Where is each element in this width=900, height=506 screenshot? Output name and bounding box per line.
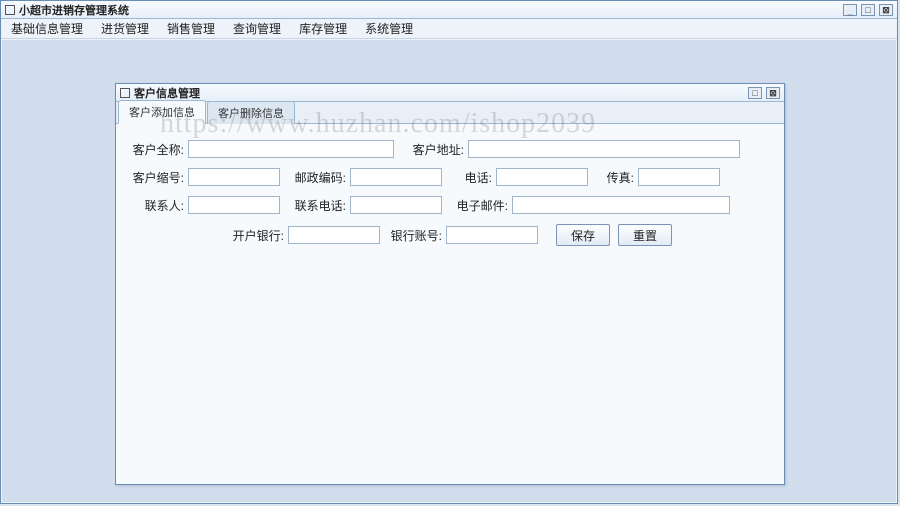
- address-label: 客户地址:: [404, 141, 468, 158]
- menu-stock[interactable]: 库存管理: [295, 18, 351, 39]
- menu-purchase[interactable]: 进货管理: [97, 18, 153, 39]
- email-label: 电子邮件:: [450, 197, 512, 214]
- address-input[interactable]: [468, 140, 740, 158]
- dialog-maximize-icon[interactable]: □: [748, 87, 762, 99]
- reset-button[interactable]: 重置: [618, 224, 672, 246]
- menu-system[interactable]: 系统管理: [361, 18, 417, 39]
- bank-label: 开户银行:: [228, 227, 288, 244]
- contact-phone-label: 联系电话:: [288, 197, 350, 214]
- main-window: 小超市进销存管理系统 ‗ □ ⊠ 基础信息管理 进货管理 销售管理 查询管理 库…: [0, 0, 898, 504]
- full-name-label: 客户全称:: [126, 141, 188, 158]
- account-input[interactable]: [446, 226, 538, 244]
- tab-add-customer[interactable]: 客户添加信息: [118, 100, 206, 124]
- menu-query[interactable]: 查询管理: [229, 18, 285, 39]
- contact-phone-input[interactable]: [350, 196, 442, 214]
- dialog-close-icon[interactable]: ⊠: [766, 87, 780, 99]
- bank-input[interactable]: [288, 226, 380, 244]
- minimize-icon[interactable]: ‗: [843, 4, 857, 16]
- zip-label: 邮政编码:: [288, 169, 350, 186]
- fax-label: 传真:: [596, 169, 638, 186]
- customer-dialog: 客户信息管理 □ ⊠ 客户添加信息 客户删除信息 客户全称: 客户地址:: [115, 83, 785, 485]
- contact-input[interactable]: [188, 196, 280, 214]
- tab-delete-customer[interactable]: 客户删除信息: [207, 101, 295, 124]
- app-icon: [5, 5, 15, 15]
- menubar: 基础信息管理 进货管理 销售管理 查询管理 库存管理 系统管理: [1, 19, 897, 39]
- form-area: 客户全称: 客户地址: 客户缩号: 邮政编码: 电话: 传真: 联系人:: [116, 124, 784, 272]
- maximize-icon[interactable]: □: [861, 4, 875, 16]
- short-name-input[interactable]: [188, 168, 280, 186]
- dialog-titlebar: 客户信息管理 □ ⊠: [116, 84, 784, 102]
- menu-basic[interactable]: 基础信息管理: [7, 18, 87, 39]
- tabbar: 客户添加信息 客户删除信息: [116, 102, 784, 124]
- account-label: 银行账号:: [386, 227, 446, 244]
- main-titlebar: 小超市进销存管理系统 ‗ □ ⊠: [1, 1, 897, 19]
- email-input[interactable]: [512, 196, 730, 214]
- phone-label: 电话:: [450, 169, 496, 186]
- close-icon[interactable]: ⊠: [879, 4, 893, 16]
- short-name-label: 客户缩号:: [126, 169, 188, 186]
- menu-sales[interactable]: 销售管理: [163, 18, 219, 39]
- fax-input[interactable]: [638, 168, 720, 186]
- full-name-input[interactable]: [188, 140, 394, 158]
- zip-input[interactable]: [350, 168, 442, 186]
- save-button[interactable]: 保存: [556, 224, 610, 246]
- contact-label: 联系人:: [126, 197, 188, 214]
- phone-input[interactable]: [496, 168, 588, 186]
- app-title: 小超市进销存管理系统: [19, 2, 129, 18]
- mdi-area: 客户信息管理 □ ⊠ 客户添加信息 客户删除信息 客户全称: 客户地址:: [2, 40, 896, 502]
- dialog-icon: [120, 88, 130, 98]
- dialog-title: 客户信息管理: [134, 85, 200, 101]
